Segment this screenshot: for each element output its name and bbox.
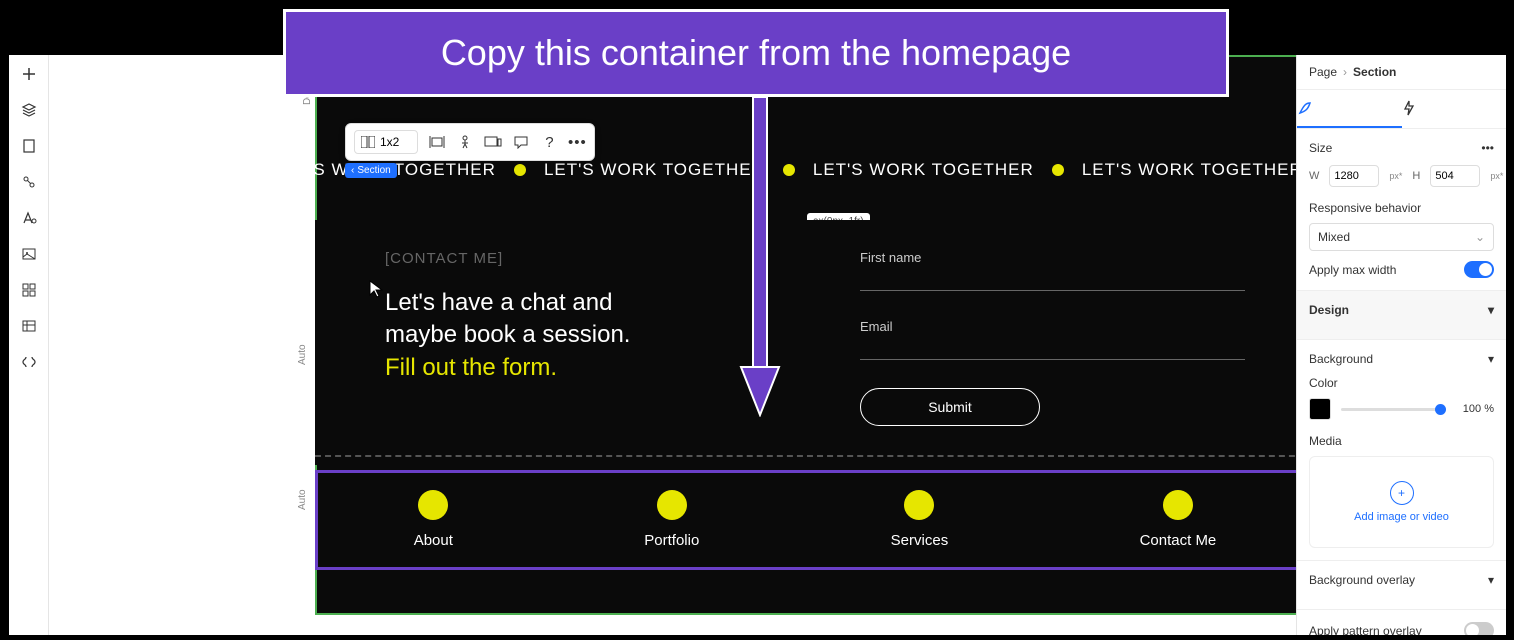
section-badge[interactable]: ‹Section — [345, 163, 397, 178]
contact-section: [CONTACT ME] Let's have a chat and maybe… — [315, 220, 1296, 465]
max-width-toggle[interactable] — [1464, 261, 1494, 278]
tab-design[interactable] — [1297, 90, 1402, 128]
contact-left: [CONTACT ME] Let's have a chat and maybe… — [385, 250, 770, 435]
chevron-down-icon[interactable]: ▾ — [1488, 352, 1494, 366]
chevron-right-icon: › — [1343, 65, 1347, 79]
media-label: Media — [1309, 434, 1494, 448]
email-label: Email — [860, 319, 1245, 334]
marquee-text: LET'S WORK TOGETHER — [544, 160, 765, 180]
animation-icon[interactable] — [456, 133, 474, 151]
connect-icon[interactable] — [20, 173, 38, 191]
dashed-divider — [315, 455, 1296, 457]
breadcrumb: Page › Section — [1297, 55, 1506, 90]
auto-label-2: Auto — [297, 489, 308, 510]
callout-text: Copy this container from the homepage — [441, 32, 1071, 74]
contact-form: First name Email Submit — [860, 250, 1245, 435]
pattern-overlay-section: Apply pattern overlay — [1297, 610, 1506, 635]
nav-item-services[interactable]: Services — [891, 492, 949, 549]
size-section: Size••• W px* H px* Responsive behavior … — [1297, 129, 1506, 291]
nav-item-contact[interactable]: Contact Me — [1140, 492, 1217, 549]
text-icon[interactable] — [20, 209, 38, 227]
marquee-text: LET'S WORK TOGETHER — [1082, 160, 1296, 180]
marquee-dot-icon — [1052, 164, 1064, 176]
nav-container[interactable]: About Portfolio Services Contact Me — [315, 470, 1296, 570]
more-icon[interactable]: ••• — [1481, 141, 1494, 155]
inspector-panel: › Page › Section Size••• W px* H px* Res… — [1296, 55, 1506, 635]
burst-icon — [1165, 492, 1191, 518]
opacity-slider[interactable] — [1341, 408, 1446, 411]
more-icon[interactable]: ••• — [568, 133, 586, 151]
height-input[interactable] — [1430, 165, 1480, 187]
image-icon[interactable] — [20, 245, 38, 263]
design-section-header[interactable]: Design▾ — [1297, 291, 1506, 340]
comment-icon[interactable] — [512, 133, 530, 151]
cursor-icon — [369, 280, 383, 298]
device-icon[interactable] — [484, 133, 502, 151]
table-icon[interactable] — [20, 317, 38, 335]
add-icon[interactable] — [20, 65, 38, 83]
page-icon[interactable] — [20, 137, 38, 155]
layout-value: 1x2 — [380, 135, 399, 149]
pattern-overlay-toggle[interactable] — [1464, 622, 1494, 635]
auto-label-1: Auto — [297, 344, 308, 365]
nav-item-about[interactable]: About — [414, 492, 453, 549]
inspector-tabs — [1297, 90, 1506, 129]
tab-interactions[interactable] — [1402, 90, 1507, 128]
code-icon[interactable] — [20, 353, 38, 371]
max-width-label: Apply max width — [1309, 263, 1396, 277]
width-input[interactable] — [1329, 165, 1379, 187]
bg-overlay-section[interactable]: Background overlay▾ — [1297, 561, 1506, 610]
first-name-label: First name — [860, 250, 1245, 265]
selection-toolbar: 1x2 ? ••• — [345, 123, 595, 161]
burst-icon — [906, 492, 932, 518]
w-label: W — [1309, 170, 1319, 182]
responsive-label: Responsive behavior — [1309, 201, 1494, 215]
arrow-icon — [739, 97, 781, 417]
marquee-text: LET'S WORK TOGETHER — [315, 160, 496, 180]
burst-icon — [420, 492, 446, 518]
contact-headline: Let's have a chat and maybe book a sessi… — [385, 287, 770, 384]
left-tool-rail — [9, 55, 49, 635]
contact-accent: Fill out the form. — [385, 354, 557, 381]
nav-item-portfolio[interactable]: Portfolio — [644, 492, 699, 549]
chevron-down-icon: ▾ — [1488, 573, 1494, 587]
help-icon[interactable]: ? — [540, 133, 558, 151]
burst-icon — [659, 492, 685, 518]
marquee-dot-icon — [514, 164, 526, 176]
opacity-value: 100 % — [1456, 403, 1494, 415]
grid-icon[interactable] — [20, 281, 38, 299]
size-label: Size — [1309, 141, 1332, 155]
instruction-callout: Copy this container from the homepage — [283, 9, 1229, 97]
submit-button[interactable]: Submit — [860, 388, 1040, 426]
plus-icon: + — [1390, 481, 1414, 505]
layers-icon[interactable] — [20, 101, 38, 119]
background-label: Background — [1309, 352, 1373, 366]
chevron-down-icon: ⌄ — [1475, 230, 1485, 244]
breadcrumb-root[interactable]: Page — [1309, 65, 1337, 79]
marquee-dot-icon — [783, 164, 795, 176]
contact-tag: [CONTACT ME] — [385, 250, 770, 267]
first-name-field[interactable]: First name — [860, 250, 1245, 291]
responsive-select[interactable]: Mixed⌄ — [1309, 223, 1494, 251]
canvas-area: Desktop (Primary) Auto Auto 1x2 ? ••• ‹S… — [49, 55, 1296, 635]
add-media-button[interactable]: + Add image or video — [1309, 456, 1494, 548]
stretch-icon[interactable] — [428, 133, 446, 151]
h-label: H — [1412, 170, 1420, 182]
background-section: Background ▾ Color 100 % Media + Add imag… — [1297, 340, 1506, 561]
chevron-down-icon: ▾ — [1488, 303, 1494, 317]
email-field[interactable]: Email — [860, 319, 1245, 360]
marquee-text: LET'S WORK TOGETHER — [813, 160, 1034, 180]
pattern-overlay-label: Apply pattern overlay — [1309, 624, 1422, 636]
breadcrumb-current: Section — [1353, 65, 1396, 79]
color-swatch[interactable] — [1309, 398, 1331, 420]
color-label: Color — [1309, 376, 1494, 390]
layout-select[interactable]: 1x2 — [354, 130, 418, 154]
panel-collapse-button[interactable]: › — [1296, 63, 1297, 83]
